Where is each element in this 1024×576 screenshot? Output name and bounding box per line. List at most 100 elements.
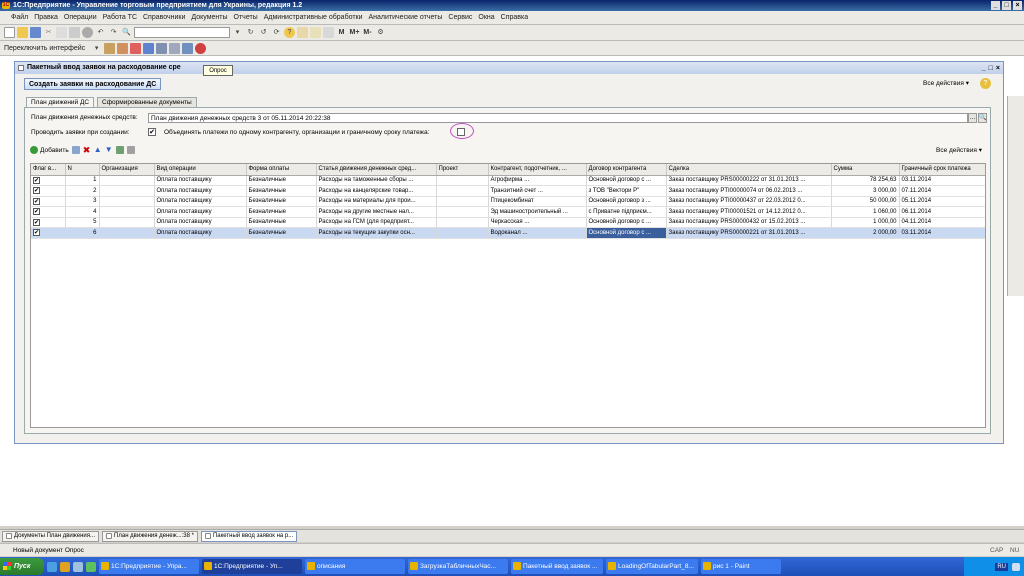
col-flag[interactable]: Флаг в... bbox=[31, 164, 66, 176]
find-prev-icon[interactable]: ↺ bbox=[258, 27, 269, 38]
task-1c-2[interactable]: 1С:Предприятие - Уп... bbox=[202, 559, 302, 574]
tools-icon[interactable]: ⚙ bbox=[375, 27, 386, 38]
col-sum[interactable]: Сумма bbox=[831, 164, 900, 176]
row-flag-cell[interactable]: ✔ bbox=[31, 175, 66, 186]
dropdown-icon[interactable]: ▾ bbox=[232, 27, 243, 38]
window-tab-documents[interactable]: Документы План движения... bbox=[2, 530, 100, 542]
grid-all-actions-menu[interactable]: Все действия ▾ bbox=[936, 146, 982, 154]
start-button[interactable]: Пуск bbox=[0, 558, 44, 575]
row-checkbox[interactable]: ✔ bbox=[33, 197, 40, 205]
delete-icon[interactable]: ✖ bbox=[83, 146, 91, 155]
confirm-checkbox[interactable]: ✔ bbox=[148, 128, 156, 136]
plan-field[interactable]: План движения денежных средств 3 от 05.1… bbox=[148, 113, 968, 123]
memory-plus-icon[interactable]: M+ bbox=[349, 27, 360, 38]
task-folder-opisaniya[interactable]: описания bbox=[305, 559, 405, 574]
col-organization[interactable]: Организация bbox=[99, 164, 155, 176]
menu-operations[interactable]: Операции bbox=[61, 14, 100, 21]
chevron-down-icon[interactable]: ▾ bbox=[91, 43, 102, 54]
menu-work-ts[interactable]: Работа ТС bbox=[100, 14, 140, 21]
menu-documents[interactable]: Документы bbox=[188, 14, 230, 21]
warehouse-icon[interactable] bbox=[104, 42, 116, 54]
row-flag-cell[interactable]: ✔ bbox=[31, 217, 66, 228]
find-next-icon[interactable]: ↻ bbox=[245, 27, 256, 38]
quicklaunch-1c-icon[interactable] bbox=[60, 561, 70, 572]
doc-maximize-icon[interactable]: □ bbox=[989, 63, 993, 75]
row-checkbox[interactable]: ✔ bbox=[33, 229, 40, 237]
col-operation[interactable]: Вид операции bbox=[154, 164, 247, 176]
memory-minus-icon[interactable]: M- bbox=[362, 27, 373, 38]
task-loading-tabular[interactable]: LoadingOfTabularPart_8... bbox=[606, 559, 698, 574]
doc-minimize-icon[interactable]: _ bbox=[982, 63, 986, 75]
menu-edit[interactable]: Правка bbox=[31, 14, 61, 21]
row-checkbox[interactable]: ✔ bbox=[33, 208, 40, 216]
report-icon[interactable] bbox=[169, 42, 181, 54]
table-row[interactable]: ✔ 1 Оплата поставщику Безналичные Расход… bbox=[31, 175, 985, 186]
row-checkbox[interactable]: ✔ bbox=[33, 176, 40, 184]
undo-icon[interactable]: ↶ bbox=[95, 27, 106, 38]
redo-icon[interactable]: ↷ bbox=[108, 27, 119, 38]
add-button[interactable]: Добавить bbox=[30, 146, 69, 154]
row-checkbox[interactable]: ✔ bbox=[33, 218, 40, 226]
help-icon[interactable]: ? bbox=[980, 78, 991, 89]
print-icon[interactable] bbox=[82, 27, 93, 38]
help-icon[interactable]: ? bbox=[284, 27, 295, 38]
paste-icon[interactable] bbox=[69, 27, 80, 38]
copy-row-icon[interactable] bbox=[71, 146, 80, 154]
col-deal[interactable]: Сделка bbox=[666, 164, 832, 176]
minimize-icon[interactable]: _ bbox=[991, 1, 1000, 10]
tray-icon[interactable] bbox=[1012, 562, 1020, 571]
col-contract[interactable]: Договор контрагента bbox=[586, 164, 667, 176]
window-tab-batch[interactable]: Пакетный ввод заявок на р... bbox=[200, 530, 298, 542]
sales-icon[interactable] bbox=[130, 42, 142, 54]
table-row-selected[interactable]: ✔ 6 Оплата поставщику Безналичные Расход… bbox=[31, 227, 985, 239]
close-icon[interactable]: × bbox=[1013, 1, 1022, 10]
calendar-icon[interactable] bbox=[297, 27, 308, 38]
maximize-icon[interactable]: □ bbox=[1002, 1, 1011, 10]
quicklaunch-ie-icon[interactable] bbox=[47, 561, 57, 572]
table-row[interactable]: ✔ 3 Оплата поставщику Безналичные Расход… bbox=[31, 196, 985, 207]
table-icon[interactable] bbox=[182, 42, 194, 54]
all-actions-menu[interactable]: Все действия ▾ bbox=[923, 79, 969, 87]
menu-catalogs[interactable]: Справочники bbox=[140, 14, 188, 21]
new-document-icon[interactable] bbox=[4, 27, 15, 38]
menu-admin-processing[interactable]: Административные обработки bbox=[261, 14, 366, 21]
task-paint[interactable]: рис 1 - Paint bbox=[701, 559, 781, 574]
col-due-date[interactable]: Граничный срок платежа bbox=[899, 164, 985, 176]
goods-icon[interactable] bbox=[117, 42, 129, 54]
table-row[interactable]: ✔ 2 Оплата поставщику Безналичные Расход… bbox=[31, 185, 985, 197]
menu-analytic-reports[interactable]: Аналитические отчеты bbox=[366, 14, 446, 21]
cut-icon[interactable]: ✂ bbox=[43, 27, 54, 38]
switch-interface-button[interactable]: Переключить интерфейс bbox=[4, 45, 85, 52]
quicklaunch-desktop-icon[interactable] bbox=[86, 561, 96, 572]
open-folder-icon[interactable] bbox=[17, 27, 28, 38]
col-project[interactable]: Проект bbox=[436, 164, 489, 176]
col-payment-form[interactable]: Форма оплаты bbox=[246, 164, 317, 176]
select-ellipsis-button[interactable]: … bbox=[968, 113, 977, 123]
row-checkbox[interactable]: ✔ bbox=[33, 187, 40, 195]
row-flag-cell[interactable]: ✔ bbox=[31, 206, 66, 218]
task-1c-1[interactable]: 1С:Предприятие - Упра... bbox=[99, 559, 199, 574]
columns-icon[interactable] bbox=[126, 146, 135, 154]
menu-reports[interactable]: Отчеты bbox=[231, 14, 261, 21]
menu-file[interactable]: Файл bbox=[8, 14, 31, 21]
fill-icon[interactable] bbox=[115, 146, 124, 154]
move-up-icon[interactable]: ▲ bbox=[94, 146, 102, 154]
purchase-icon[interactable] bbox=[143, 42, 155, 54]
open-search-icon[interactable]: 🔍 bbox=[978, 113, 987, 123]
refresh-icon[interactable]: ⟳ bbox=[271, 27, 282, 38]
quicklaunch-explorer-icon[interactable] bbox=[73, 561, 83, 572]
table-row[interactable]: ✔ 4 Оплата поставщику Безналичные Расход… bbox=[31, 206, 985, 218]
row-flag-cell[interactable]: ✔ bbox=[31, 185, 66, 197]
col-article[interactable]: Статья движения денежных сред... bbox=[316, 164, 437, 176]
task-batch-input[interactable]: Пакетный ввод заявок ... bbox=[511, 559, 603, 574]
save-icon[interactable] bbox=[30, 27, 41, 38]
language-indicator[interactable]: RU bbox=[995, 562, 1008, 571]
row-flag-cell[interactable]: ✔ bbox=[31, 227, 66, 239]
doc-close-icon[interactable]: × bbox=[996, 63, 1000, 75]
search-icon[interactable]: 🔍 bbox=[121, 27, 132, 38]
menu-service[interactable]: Сервис bbox=[445, 14, 475, 21]
notes-icon[interactable] bbox=[323, 27, 334, 38]
task-zagruzka[interactable]: ЗагрузкаТабличныхЧас... bbox=[408, 559, 508, 574]
menu-windows[interactable]: Окна bbox=[475, 14, 497, 21]
table-row[interactable]: ✔ 5 Оплата поставщику Безналичные Расход… bbox=[31, 217, 985, 228]
